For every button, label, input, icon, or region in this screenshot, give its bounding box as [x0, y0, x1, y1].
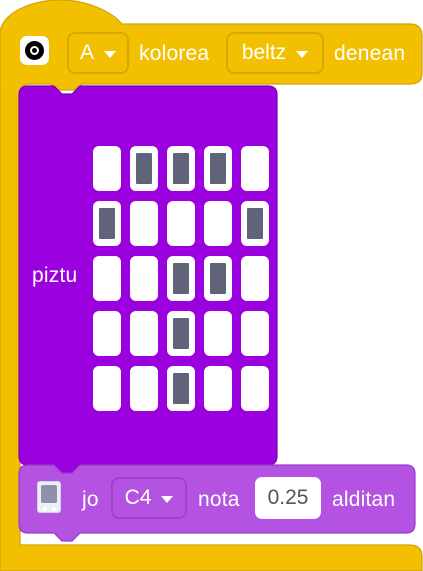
led-cell-4-3[interactable]: [167, 311, 195, 356]
led-cell-3-3[interactable]: [167, 256, 195, 301]
led-cell-3-4[interactable]: [204, 256, 232, 301]
led-cell-1-3[interactable]: [167, 146, 195, 191]
label-kolorea: kolorea: [139, 42, 210, 65]
button-dropdown[interactable]: A: [67, 32, 129, 74]
led-cell-4-4[interactable]: [204, 311, 232, 356]
led-cell-2-4[interactable]: [204, 201, 232, 246]
led-cell-2-3[interactable]: [167, 201, 195, 246]
label-piztu: piztu: [32, 264, 78, 287]
led-cell-3-1[interactable]: [93, 256, 121, 301]
color-dropdown-value: beltz: [241, 41, 287, 64]
label-nota: nota: [198, 488, 240, 511]
microbit-device-icon: [37, 481, 61, 513]
led-cell-2-2[interactable]: [130, 201, 158, 246]
led-cell-3-5[interactable]: [241, 256, 269, 301]
led-cell-5-3[interactable]: [167, 366, 195, 411]
led-cell-3-2[interactable]: [130, 256, 158, 301]
chevron-down-icon: [296, 50, 309, 58]
led-cell-1-5[interactable]: [241, 146, 269, 191]
led-cell-5-2[interactable]: [130, 366, 158, 411]
led-cell-5-1[interactable]: [93, 366, 121, 411]
led-cell-4-5[interactable]: [241, 311, 269, 356]
led-cell-2-5[interactable]: [241, 201, 269, 246]
led-cell-1-1[interactable]: [93, 146, 121, 191]
led-cell-1-4[interactable]: [204, 146, 232, 191]
duration-input[interactable]: 0.25: [255, 477, 321, 519]
chevron-down-icon: [161, 495, 174, 503]
led-cell-4-2[interactable]: [130, 311, 158, 356]
color-dropdown[interactable]: beltz: [226, 32, 324, 74]
led-cell-2-1[interactable]: [93, 201, 121, 246]
led-cell-1-2[interactable]: [130, 146, 158, 191]
led-cell-5-5[interactable]: [241, 366, 269, 411]
label-denean: denean: [334, 42, 406, 65]
led-cell-5-4[interactable]: [204, 366, 232, 411]
label-jo: jo: [82, 488, 99, 511]
note-dropdown[interactable]: C4: [111, 477, 187, 519]
led-matrix: [93, 146, 273, 411]
block-canvas: A kolorea beltz denean piztu jo C4 nota …: [0, 0, 423, 571]
circle-target-icon: [20, 36, 49, 65]
label-alditan: alditan: [332, 488, 396, 511]
button-dropdown-value: A: [79, 41, 94, 64]
note-dropdown-value: C4: [124, 486, 152, 509]
duration-value: 0.25: [267, 486, 309, 509]
chevron-down-icon: [104, 50, 116, 58]
led-cell-4-1[interactable]: [93, 311, 121, 356]
